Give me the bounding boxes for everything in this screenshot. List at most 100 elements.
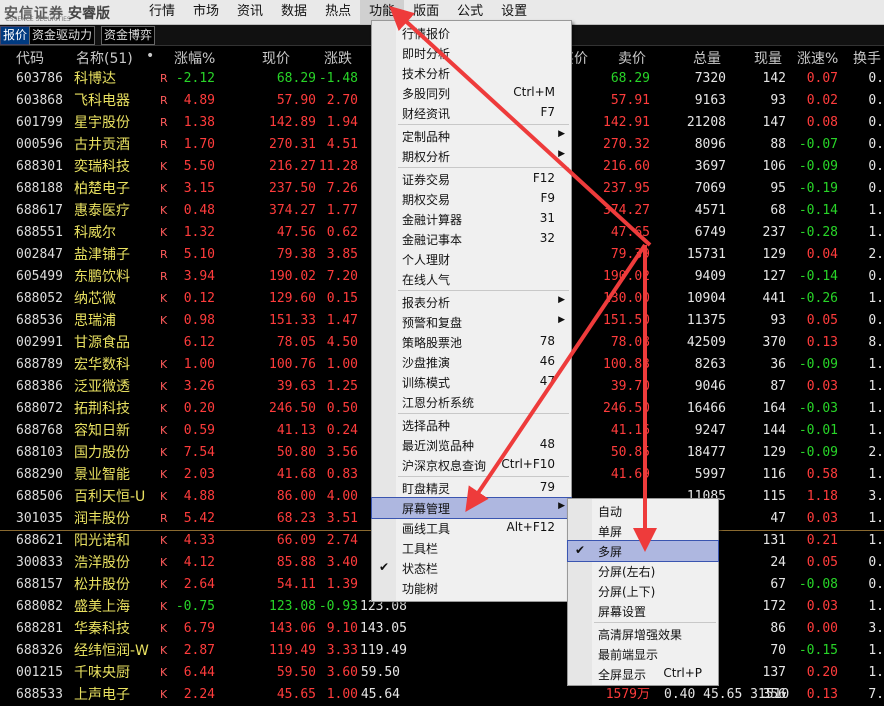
cell-flag: R — [160, 94, 168, 107]
cell-turn: 0. — [868, 159, 884, 174]
menu-item[interactable]: 金融计算器 31 — [372, 209, 571, 229]
submenu-item[interactable]: 最前端显示 — [568, 644, 718, 664]
menu-item-label: 训练模式 — [402, 376, 451, 390]
submenu-item[interactable]: 自动 — [568, 501, 718, 521]
col-speed[interactable]: 涨速% — [797, 48, 838, 68]
cell-speed: -0.26 — [798, 291, 838, 306]
submenu-item[interactable]: 分屏(左右) — [568, 561, 718, 581]
cell-price: 78.05 — [276, 335, 316, 350]
col-code[interactable]: 代码 — [16, 48, 44, 68]
cell-chg: 3.85 — [326, 247, 358, 262]
menu-item[interactable]: 即时分析 — [372, 43, 571, 63]
menu-item[interactable]: 技术分析 — [372, 63, 571, 83]
cell-turn: 0. — [868, 71, 884, 86]
col-turnover[interactable]: 换手 — [853, 48, 881, 68]
menu-item[interactable]: 期权分析 ▶ — [372, 146, 571, 166]
cell-ask: 78.08 — [610, 335, 650, 350]
submenu-item[interactable]: 高清屏增强效果 — [568, 624, 718, 644]
menubar-item[interactable]: 行情 — [140, 0, 184, 24]
tab-fund-game[interactable]: 资金博弈 — [101, 26, 156, 45]
menu-item[interactable]: 工具栏 — [372, 538, 571, 558]
menu-item[interactable]: 期权交易 F9 — [372, 189, 571, 209]
cell-vol: 8096 — [694, 137, 726, 152]
menu-item[interactable]: 策略股票池 78 — [372, 332, 571, 352]
col-change[interactable]: 涨跌 — [324, 48, 352, 68]
col-change-pct[interactable]: 涨幅% — [174, 48, 215, 68]
submenu-item[interactable]: 全屏显示 Ctrl+P — [568, 664, 718, 684]
cell-price: 68.29 — [276, 71, 316, 86]
cell-speed: -0.28 — [798, 225, 838, 240]
menu-item[interactable]: 证券交易 F12 — [372, 169, 571, 189]
menu-item-shortcut: Ctrl+F10 — [501, 457, 555, 471]
cell-name: 古井贡酒 — [74, 137, 130, 153]
cell-speed: 0.03 — [806, 599, 838, 614]
menu-item-label: 状态栏 — [402, 562, 439, 576]
cell-code: 601799 — [16, 115, 63, 130]
cell-flag: K — [160, 380, 168, 393]
col-cur-volume[interactable]: 现量 — [754, 48, 782, 68]
col-volume[interactable]: 总量 — [693, 48, 721, 68]
submenu-item[interactable]: 屏幕设置 — [568, 601, 718, 621]
cell-name: 经纬恒润-W — [74, 643, 149, 659]
menubar-item[interactable]: 资讯 — [228, 0, 272, 24]
table-row[interactable]: 001215千味央厨K6.4459.503.6059.501601万1370.2… — [0, 662, 884, 684]
submenu-item[interactable]: ✔ 多屏 — [567, 540, 719, 562]
menu-item[interactable]: 预警和复盘 ▶ — [372, 312, 571, 332]
menu-item[interactable]: ✔ 状态栏 — [372, 558, 571, 578]
cell-speed: 0.00 — [806, 621, 838, 636]
menubar-item[interactable]: 市场 — [184, 0, 228, 24]
menu-item[interactable]: 沪深京权息查询 Ctrl+F10 — [372, 455, 571, 475]
tab-fund-drive[interactable]: 资金驱动力 — [29, 26, 96, 45]
cell-vol: 6749 — [694, 225, 726, 240]
menu-item[interactable]: 盯盘精灵 79 — [372, 478, 571, 498]
cell-price: 129.60 — [269, 291, 316, 306]
col-name[interactable]: 名称(51) — [76, 48, 133, 68]
menu-item-shortcut: 47 — [539, 374, 555, 388]
menu-item-label: 金融计算器 — [402, 213, 463, 227]
submenu-item[interactable]: 单屏 — [568, 521, 718, 541]
cell-chg-pct: 4.88 — [183, 489, 215, 504]
menu-item[interactable]: 选择品种 — [372, 415, 571, 435]
cell-chg: 3.33 — [326, 643, 358, 658]
menu-item-label: 沪深京权息查询 — [402, 459, 487, 473]
menu-item[interactable]: 功能树 — [372, 578, 571, 598]
menu-item[interactable]: 屏幕管理 ▶ — [371, 497, 572, 519]
menu-item[interactable]: 多股同列 Ctrl+M — [372, 83, 571, 103]
menu-item[interactable]: 财经资讯 F7 — [372, 103, 571, 123]
cell-flag: R — [160, 72, 168, 85]
menu-item[interactable]: 最近浏览品种 48 — [372, 435, 571, 455]
cell-flag: K — [160, 490, 168, 503]
menu-item-shortcut: 32 — [539, 231, 555, 245]
menu-item[interactable]: 在线人气 — [372, 269, 571, 289]
submenu-item-label: 单屏 — [598, 525, 623, 539]
cell-speed: 0.08 — [806, 115, 838, 130]
col-ask[interactable]: 卖价 — [618, 48, 646, 68]
cell-cur: 70 — [770, 643, 786, 658]
menubar-item[interactable]: 数据 — [272, 0, 316, 24]
menubar-item[interactable]: 热点 — [316, 0, 360, 24]
col-price[interactable]: 现价 — [262, 48, 290, 68]
menu-item[interactable]: 沙盘推演 46 — [372, 352, 571, 372]
menu-item[interactable]: 行情报价 — [372, 23, 571, 43]
table-row[interactable]: 688281华秦科技K6.79143.069.10143.055846万860.… — [0, 618, 884, 640]
cell-code: 605499 — [16, 269, 63, 284]
menu-item[interactable]: 定制品种 ▶ — [372, 126, 571, 146]
menu-item[interactable]: 个人理财 — [372, 249, 571, 269]
menu-item[interactable]: 报表分析 ▶ — [372, 292, 571, 312]
menu-item[interactable]: 画线工具 Alt+F12 — [372, 518, 571, 538]
tab-quote[interactable]: 报价 — [0, 26, 31, 45]
cell-vol: 9409 — [694, 269, 726, 284]
cell-ask: 190.02 — [603, 269, 650, 284]
cell-speed: -0.19 — [798, 181, 838, 196]
table-row[interactable]: 688326经纬恒润-WK2.87119.493.33119.492376万70… — [0, 640, 884, 662]
function-menu: 行情报价 即时分析 技术分析 多股同列 Ctrl+M 财经资讯 F7 定制品种 ▶ 期权分析 ▶ 证券… — [371, 20, 572, 602]
cell-turn: 1. — [868, 291, 884, 306]
cell-chg-pct: 6.79 — [183, 621, 215, 636]
cell-speed: 0.03 — [806, 511, 838, 526]
menu-item[interactable]: 金融记事本 32 — [372, 229, 571, 249]
menu-item[interactable]: 江恩分析系统 — [372, 392, 571, 412]
cell-name: 景业智能 — [74, 467, 130, 483]
submenu-item[interactable]: 分屏(上下) — [568, 581, 718, 601]
menu-item[interactable]: 训练模式 47 — [372, 372, 571, 392]
cell-name: 百利天恒-U — [74, 489, 146, 505]
